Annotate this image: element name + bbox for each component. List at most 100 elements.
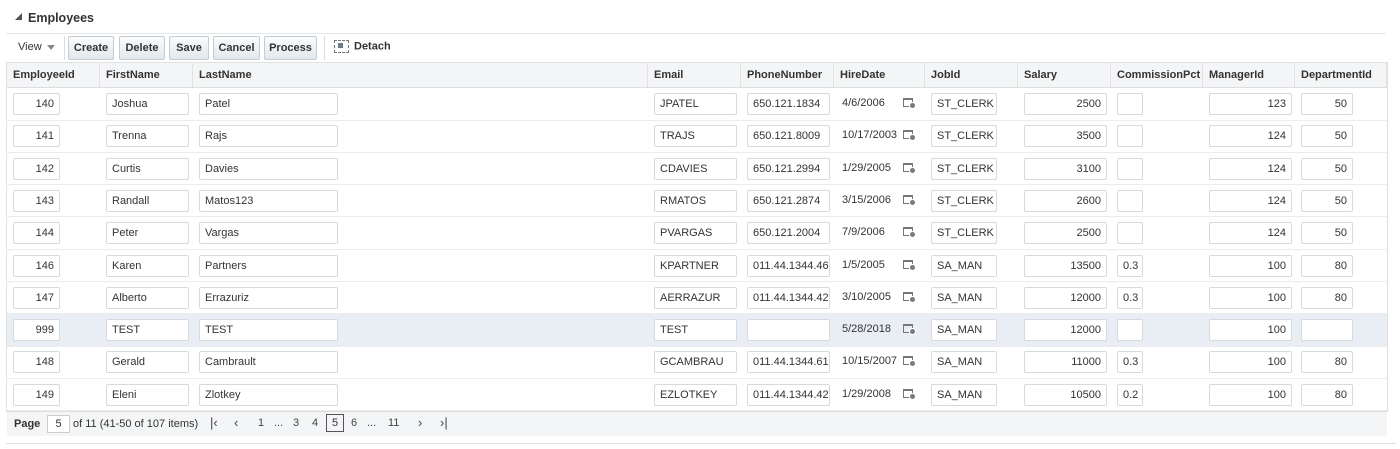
employee-id-field[interactable]: 148 bbox=[13, 351, 60, 374]
hire-date-field[interactable]: 3/15/2006 bbox=[840, 190, 902, 212]
job-id-field[interactable]: SA_MAN bbox=[931, 286, 997, 309]
commission-pct-field[interactable] bbox=[1117, 93, 1143, 115]
manager-id-field[interactable]: 100 bbox=[1209, 319, 1292, 342]
page-link[interactable]: 1 bbox=[258, 417, 264, 429]
process-button[interactable]: Process bbox=[264, 36, 317, 60]
commission-pct-field[interactable] bbox=[1117, 157, 1143, 180]
department-id-field[interactable]: 50 bbox=[1301, 222, 1353, 245]
commission-pct-field[interactable] bbox=[1117, 125, 1143, 148]
job-id-field[interactable]: SA_MAN bbox=[931, 351, 997, 374]
commission-pct-field[interactable]: 0.3 bbox=[1117, 351, 1143, 374]
table-row[interactable]: 149 Eleni Zlotkey EZLOTKEY 011.44.1344.429 1/… bbox=[7, 379, 1387, 412]
previous-page-icon[interactable]: ‹ bbox=[234, 416, 238, 429]
commission-pct-field[interactable] bbox=[1117, 319, 1143, 342]
phone-number-field[interactable]: 650.121.2874 bbox=[747, 189, 830, 212]
page-number-input[interactable]: 5 bbox=[47, 415, 70, 433]
employee-id-field[interactable]: 141 bbox=[13, 125, 60, 148]
last-name-field[interactable]: Davies bbox=[199, 157, 338, 180]
calendar-icon[interactable] bbox=[903, 129, 916, 142]
column-header-department-id[interactable]: DepartmentId bbox=[1295, 63, 1387, 87]
salary-field[interactable]: 3500 bbox=[1024, 125, 1107, 148]
department-id-field[interactable]: 50 bbox=[1301, 157, 1353, 180]
hire-date-field[interactable]: 10/17/2003 bbox=[840, 125, 902, 147]
department-id-field[interactable]: 50 bbox=[1301, 189, 1353, 212]
manager-id-field[interactable]: 100 bbox=[1209, 383, 1292, 406]
employee-id-field[interactable]: 144 bbox=[13, 222, 60, 245]
phone-number-field[interactable] bbox=[747, 319, 830, 342]
last-name-field[interactable]: Rajs bbox=[199, 125, 338, 148]
table-row[interactable]: 999 TEST TEST TEST 5/28/2018 SA_MAN 12000 100 bbox=[7, 314, 1387, 347]
phone-number-field[interactable]: 011.44.1344.429 bbox=[747, 383, 830, 406]
first-name-field[interactable]: Curtis bbox=[106, 157, 189, 180]
view-menu[interactable]: View bbox=[18, 41, 55, 53]
column-header-manager-id[interactable]: ManagerId bbox=[1203, 63, 1295, 87]
next-page-icon[interactable]: › bbox=[418, 416, 422, 429]
first-name-field[interactable]: Karen bbox=[106, 254, 189, 277]
email-field[interactable]: JPATEL bbox=[654, 93, 737, 115]
hire-date-field[interactable]: 10/15/2007 bbox=[840, 351, 902, 373]
email-field[interactable]: RMATOS bbox=[654, 189, 737, 212]
column-header-hire-date[interactable]: HireDate bbox=[834, 63, 925, 87]
employee-id-field[interactable]: 999 bbox=[13, 319, 60, 342]
hire-date-field[interactable]: 4/6/2006 bbox=[840, 93, 902, 115]
last-name-field[interactable]: Cambrault bbox=[199, 351, 338, 374]
salary-field[interactable]: 11000 bbox=[1024, 351, 1107, 374]
job-id-field[interactable]: ST_CLERK bbox=[931, 222, 997, 245]
last-name-field[interactable]: Patel bbox=[199, 93, 338, 115]
column-header-phone-number[interactable]: PhoneNumber bbox=[741, 63, 834, 87]
table-row[interactable]: 148 Gerald Cambrault GCAMBRAU 011.44.1344.61… bbox=[7, 346, 1387, 379]
table-row[interactable]: 144 Peter Vargas PVARGAS 650.121.2004 7/9/200… bbox=[7, 217, 1387, 250]
department-id-field[interactable]: 50 bbox=[1301, 93, 1353, 115]
collapse-triangle-icon[interactable] bbox=[15, 13, 22, 20]
calendar-icon[interactable] bbox=[903, 388, 916, 400]
department-id-field[interactable]: 80 bbox=[1301, 286, 1353, 309]
current-page[interactable]: 5 bbox=[326, 414, 344, 432]
last-name-field[interactable]: Zlotkey bbox=[199, 383, 338, 406]
employee-id-field[interactable]: 146 bbox=[13, 254, 60, 277]
last-page-icon[interactable]: ›| bbox=[440, 416, 448, 429]
hire-date-field[interactable]: 1/29/2008 bbox=[840, 384, 902, 406]
first-name-field[interactable]: Peter bbox=[106, 222, 189, 245]
phone-number-field[interactable]: 650.121.2004 bbox=[747, 222, 830, 245]
job-id-field[interactable]: SA_MAN bbox=[931, 319, 997, 342]
table-row[interactable]: 142 Curtis Davies CDAVIES 650.121.2994 1/29/2… bbox=[7, 153, 1387, 186]
salary-field[interactable]: 12000 bbox=[1024, 286, 1107, 309]
commission-pct-field[interactable]: 0.3 bbox=[1117, 286, 1143, 309]
table-row[interactable]: 140 Joshua Patel JPATEL 650.121.1834 4/6/2006… bbox=[7, 88, 1387, 121]
calendar-icon[interactable] bbox=[903, 162, 916, 174]
column-header-salary[interactable]: Salary bbox=[1018, 63, 1111, 87]
commission-pct-field[interactable]: 0.2 bbox=[1117, 383, 1143, 406]
email-field[interactable]: AERRAZUR bbox=[654, 286, 737, 309]
salary-field[interactable]: 12000 bbox=[1024, 319, 1107, 342]
page-link[interactable]: 11 bbox=[388, 417, 399, 429]
hire-date-field[interactable]: 5/28/2018 bbox=[840, 319, 902, 341]
email-field[interactable]: TRAJS bbox=[654, 125, 737, 148]
manager-id-field[interactable]: 124 bbox=[1209, 189, 1292, 212]
employee-id-field[interactable]: 143 bbox=[13, 189, 60, 212]
commission-pct-field[interactable]: 0.3 bbox=[1117, 254, 1143, 277]
job-id-field[interactable]: SA_MAN bbox=[931, 383, 997, 406]
salary-field[interactable]: 2500 bbox=[1024, 222, 1107, 245]
job-id-field[interactable]: ST_CLERK bbox=[931, 93, 997, 115]
job-id-field[interactable]: SA_MAN bbox=[931, 254, 997, 277]
calendar-icon[interactable] bbox=[903, 291, 916, 303]
detach-button[interactable]: Detach bbox=[334, 40, 391, 56]
department-id-field[interactable]: 80 bbox=[1301, 351, 1353, 374]
calendar-icon[interactable] bbox=[903, 226, 916, 239]
email-field[interactable]: TEST bbox=[654, 319, 737, 342]
phone-number-field[interactable]: 011.44.1344.467 bbox=[747, 254, 830, 277]
phone-number-field[interactable]: 011.44.1344.429 bbox=[747, 286, 830, 309]
table-row[interactable]: 146 Karen Partners KPARTNER 011.44.1344.467 1… bbox=[7, 250, 1387, 282]
email-field[interactable]: KPARTNER bbox=[654, 254, 737, 277]
hire-date-field[interactable]: 3/10/2005 bbox=[840, 287, 902, 309]
page-link[interactable]: 6 bbox=[351, 417, 357, 429]
first-name-field[interactable]: Randall bbox=[106, 189, 189, 212]
hire-date-field[interactable]: 7/9/2006 bbox=[840, 222, 902, 244]
last-name-field[interactable]: TEST bbox=[199, 319, 338, 342]
phone-number-field[interactable]: 650.121.2994 bbox=[747, 157, 830, 180]
employee-id-field[interactable]: 142 bbox=[13, 157, 60, 180]
first-name-field[interactable]: Gerald bbox=[106, 351, 189, 374]
salary-field[interactable]: 3100 bbox=[1024, 157, 1107, 180]
page-link[interactable]: 4 bbox=[312, 417, 318, 429]
department-id-field[interactable]: 50 bbox=[1301, 125, 1353, 148]
